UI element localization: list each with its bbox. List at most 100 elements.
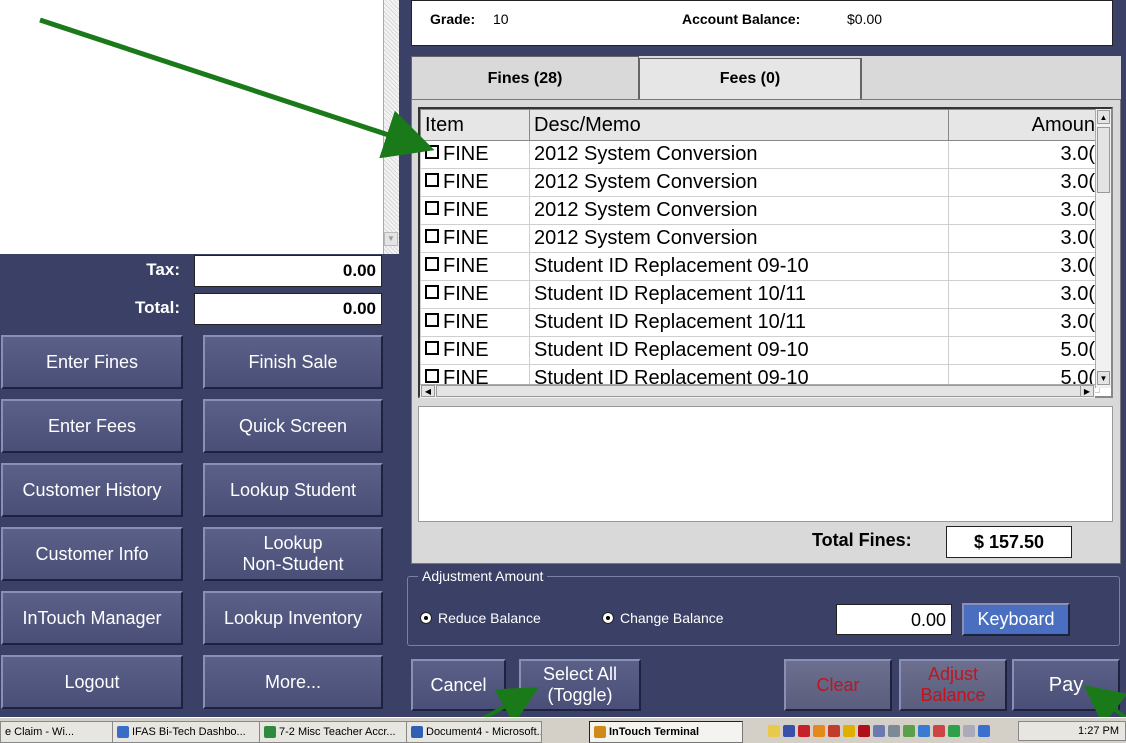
select-all-line2: (Toggle) (547, 685, 613, 705)
row-checkbox[interactable] (425, 341, 439, 355)
check-icon[interactable] (948, 725, 960, 737)
scroll-up-icon[interactable]: ▲ (1097, 110, 1110, 124)
keyboard-button[interactable]: Keyboard (962, 603, 1070, 636)
adjustment-amount-input[interactable]: 0.00 (836, 604, 952, 635)
lookup-non-student-button[interactable]: Lookup Non-Student (203, 527, 383, 581)
adjust-line1: Adjust (927, 664, 979, 684)
change-balance-radio[interactable]: Change Balance (602, 610, 724, 626)
network-icon[interactable] (783, 725, 795, 737)
info-icon[interactable] (978, 725, 990, 737)
gear-icon[interactable] (888, 725, 900, 737)
wifi-icon[interactable] (963, 725, 975, 737)
column-header-desc[interactable]: Desc/Memo (529, 109, 949, 141)
security-icon[interactable] (798, 725, 810, 737)
row-checkbox[interactable] (425, 369, 439, 383)
taskbar-item-intouch[interactable]: InTouch Terminal (589, 721, 743, 743)
receipt-scrollbar[interactable] (383, 0, 399, 254)
scroll-down-icon[interactable]: ▼ (384, 232, 398, 246)
volume-icon[interactable] (933, 725, 945, 737)
customer-history-button[interactable]: Customer History (1, 463, 183, 517)
grid-horizontal-scrollbar[interactable]: ◀ ▶ (420, 384, 1095, 398)
table-row[interactable]: FINE Student ID Replacement 09-10 3.0( (420, 252, 1100, 281)
table-row[interactable]: FINE 2012 System Conversion 3.0( (420, 224, 1100, 253)
shield-icon[interactable] (843, 725, 855, 737)
update-icon[interactable] (813, 725, 825, 737)
item-cell[interactable]: FINE (420, 252, 530, 281)
enter-fines-button[interactable]: Enter Fines (1, 335, 183, 389)
lookup-student-button[interactable]: Lookup Student (203, 463, 383, 517)
enter-fees-button[interactable]: Enter Fees (1, 399, 183, 453)
scroll-left-icon[interactable]: ◀ (421, 385, 435, 397)
item-cell[interactable]: FINE (420, 308, 530, 337)
customer-info-button[interactable]: Customer Info (1, 527, 183, 581)
display-icon[interactable] (918, 725, 930, 737)
radio-selected-icon (420, 612, 432, 624)
item-label: FINE (443, 311, 489, 333)
table-row[interactable]: FINE 2012 System Conversion 3.0( (420, 168, 1100, 197)
taskbar-item-excel[interactable]: 7-2 Misc Teacher Accr... (259, 721, 410, 743)
task-label: 7-2 Misc Teacher Accr... (279, 726, 396, 738)
clock[interactable]: 1:27 PM (1018, 721, 1126, 741)
hscroll-thumb[interactable] (436, 385, 1082, 397)
desc-cell: 2012 System Conversion (529, 168, 949, 197)
table-row[interactable]: FINE 2012 System Conversion 3.0( (420, 196, 1100, 225)
select-all-toggle-button[interactable]: Select All (Toggle) (519, 659, 641, 711)
tab-fees[interactable]: Fees (0) (639, 58, 861, 100)
item-cell[interactable]: FINE (420, 280, 530, 309)
row-checkbox[interactable] (425, 229, 439, 243)
amount-cell: 5.0( (948, 336, 1100, 365)
item-cell[interactable]: FINE (420, 336, 530, 365)
antivirus-icon[interactable] (858, 725, 870, 737)
row-checkbox[interactable] (425, 145, 439, 159)
taskbar-item-claim[interactable]: e Claim - Wi... (0, 721, 116, 743)
item-label: FINE (443, 199, 489, 221)
memo-area[interactable] (418, 406, 1113, 522)
row-checkbox[interactable] (425, 257, 439, 271)
item-cell[interactable]: FINE (420, 224, 530, 253)
scroll-right-icon[interactable]: ▶ (1080, 385, 1094, 397)
grade-label: Grade: (430, 11, 476, 27)
total-fines-label: Total Fines: (812, 530, 912, 550)
adobe-icon[interactable] (828, 725, 840, 737)
column-header-item[interactable]: Item (420, 109, 530, 141)
more-button[interactable]: More... (203, 655, 383, 709)
scroll-thumb[interactable] (1097, 127, 1110, 193)
amount-cell: 3.0( (948, 224, 1100, 253)
column-header-amount[interactable]: Amoun (948, 109, 1100, 141)
row-checkbox[interactable] (425, 173, 439, 187)
table-row[interactable]: FINE 2012 System Conversion 3.0( (420, 140, 1100, 169)
taskbar-item-ifas[interactable]: IFAS Bi-Tech Dashbo... (112, 721, 263, 743)
table-row[interactable]: FINE Student ID Replacement 10/11 3.0( (420, 280, 1100, 309)
word-icon (411, 726, 423, 738)
item-cell[interactable]: FINE (420, 140, 530, 169)
item-cell[interactable]: FINE (420, 196, 530, 225)
cancel-button[interactable]: Cancel (411, 659, 506, 711)
desc-cell: 2012 System Conversion (529, 196, 949, 225)
adjust-balance-button[interactable]: Adjust Balance (899, 659, 1007, 711)
mail-icon[interactable] (768, 725, 780, 737)
desc-cell: Student ID Replacement 10/11 (529, 280, 949, 309)
table-row[interactable]: FINE Student ID Replacement 10/11 3.0( (420, 308, 1100, 337)
scroll-down-icon[interactable]: ▼ (1097, 371, 1110, 385)
java-icon[interactable] (903, 725, 915, 737)
logout-button[interactable]: Logout (1, 655, 183, 709)
taskbar-item-word[interactable]: Document4 - Microsoft... (406, 721, 542, 743)
row-checkbox[interactable] (425, 201, 439, 215)
reduce-balance-radio[interactable]: Reduce Balance (420, 610, 541, 626)
table-row[interactable]: FINE Student ID Replacement 09-10 5.0( (420, 336, 1100, 365)
grid-vertical-scrollbar[interactable]: ▲ ▼ (1095, 109, 1111, 388)
lookup-inventory-button[interactable]: Lookup Inventory (203, 591, 383, 645)
item-cell[interactable]: FINE (420, 168, 530, 197)
tab-fines[interactable]: Fines (28) (411, 56, 639, 101)
clear-button[interactable]: Clear (784, 659, 892, 711)
intouch-manager-button[interactable]: InTouch Manager (1, 591, 183, 645)
quick-screen-button[interactable]: Quick Screen (203, 399, 383, 453)
sync-icon[interactable] (873, 725, 885, 737)
taskbar: e Claim - Wi... IFAS Bi-Tech Dashbo... 7… (0, 717, 1126, 743)
row-checkbox[interactable] (425, 285, 439, 299)
finish-sale-button[interactable]: Finish Sale (203, 335, 383, 389)
amount-cell: 3.0( (948, 252, 1100, 281)
fines-grid[interactable]: Item Desc/Memo Amoun FINE 2012 System Con… (418, 107, 1113, 398)
row-checkbox[interactable] (425, 313, 439, 327)
pay-button[interactable]: Pay (1012, 659, 1120, 711)
